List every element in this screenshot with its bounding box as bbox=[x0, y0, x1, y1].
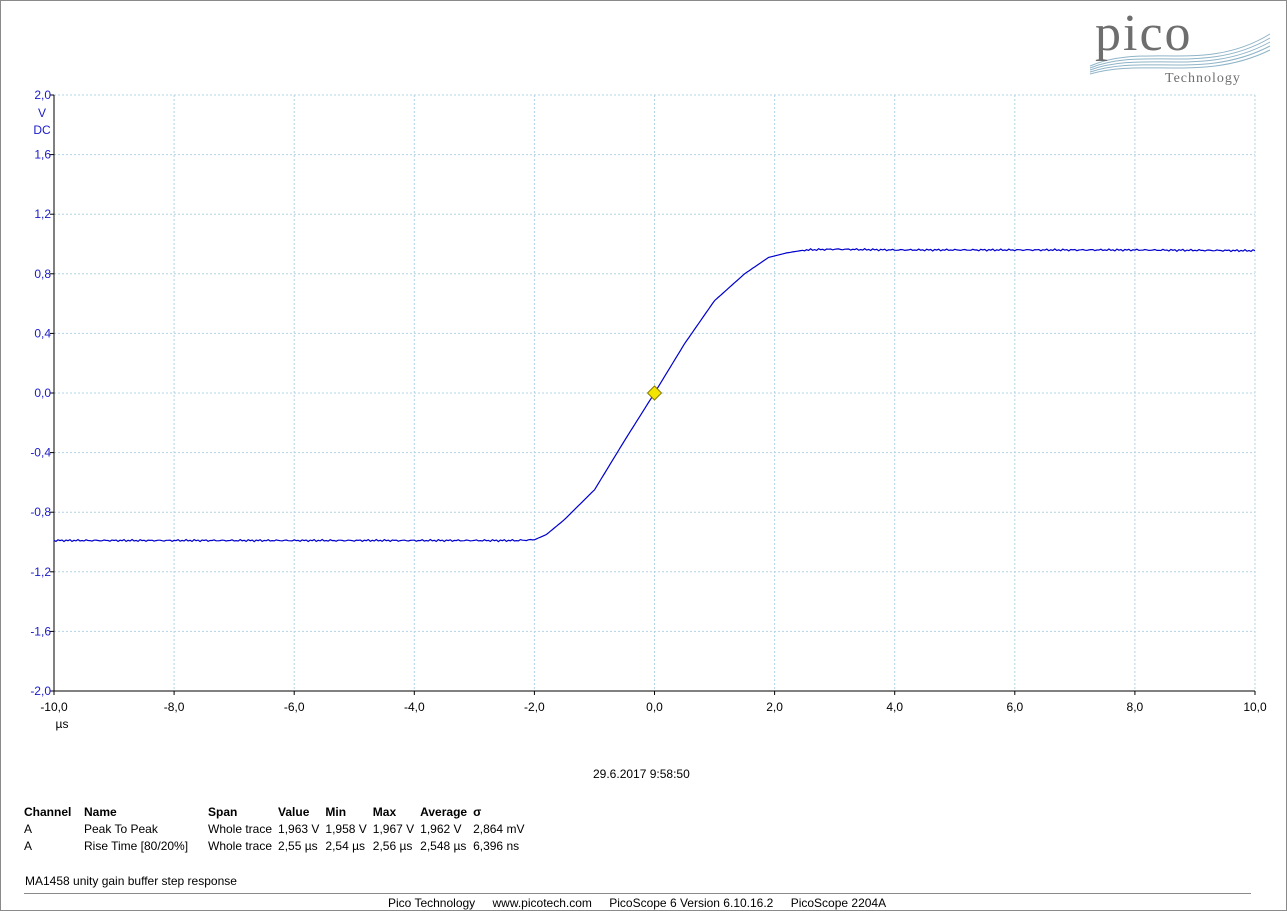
footer-website: www.picotech.com bbox=[492, 896, 592, 910]
header-name: Name bbox=[84, 804, 117, 819]
header-average: Average bbox=[420, 804, 468, 819]
cell-value: 1,963 V bbox=[278, 821, 320, 836]
y-tick-label: 0,4 bbox=[34, 326, 51, 340]
y-tick-label: 1,2 bbox=[34, 207, 51, 221]
x-tick-label: 4,0 bbox=[886, 700, 903, 714]
x-tick-label: -6,0 bbox=[284, 700, 305, 714]
x-tick-label: -2,0 bbox=[524, 700, 545, 714]
measurements-header-row: Channel Name Span Value Min Max Average … bbox=[24, 803, 530, 820]
cell-max: 2,56 µs bbox=[372, 838, 413, 853]
y-axis-unit-label: DC bbox=[33, 123, 51, 137]
cell-average: 2,548 µs bbox=[420, 838, 467, 853]
cell-sigma: 6,396 ns bbox=[473, 838, 520, 853]
x-tick-label: 10,0 bbox=[1243, 700, 1267, 714]
footer-device: PicoScope 2204A bbox=[790, 896, 887, 910]
cell-name: Rise Time [80/20%] bbox=[84, 838, 189, 853]
x-tick-label: 8,0 bbox=[1127, 700, 1144, 714]
cell-average: 1,962 V bbox=[420, 821, 462, 836]
x-axis-unit-label: µs bbox=[56, 717, 69, 731]
y-tick-label: 2,0 bbox=[34, 88, 51, 102]
trigger-marker bbox=[646, 385, 663, 401]
footer-company: Pico Technology bbox=[388, 896, 476, 910]
x-tick-label: 0,0 bbox=[646, 700, 663, 714]
y-tick-label: -0,4 bbox=[30, 446, 51, 460]
cell-sigma: 2,864 mV bbox=[473, 821, 525, 836]
cell-max: 1,967 V bbox=[372, 821, 415, 836]
table-row: A Rise Time [80/20%] Whole trace 2,55 µs… bbox=[24, 837, 530, 854]
y-axis-unit-label: V bbox=[38, 106, 46, 120]
header-span: Span bbox=[208, 804, 238, 819]
footer-software-version: PicoScope 6 Version 6.10.16.2 bbox=[609, 896, 774, 910]
cell-min: 2,54 µs bbox=[325, 838, 366, 853]
x-tick-label: -8,0 bbox=[164, 700, 185, 714]
footer-divider bbox=[24, 893, 1251, 894]
cell-span: Whole trace bbox=[208, 821, 273, 836]
x-tick-label: -4,0 bbox=[404, 700, 425, 714]
header-sigma: σ bbox=[473, 804, 482, 819]
header-channel: Channel bbox=[24, 804, 72, 819]
cell-channel: A bbox=[24, 821, 33, 836]
cell-min: 1,958 V bbox=[325, 821, 367, 836]
x-tick-label: -10,0 bbox=[40, 700, 68, 714]
capture-timestamp: 29.6.2017 9:58:50 bbox=[593, 767, 690, 781]
cell-channel: A bbox=[24, 838, 33, 853]
header-max: Max bbox=[372, 804, 397, 819]
capture-note: MA1458 unity gain buffer step response bbox=[25, 874, 237, 888]
x-tick-label: 2,0 bbox=[766, 700, 783, 714]
y-tick-label: 0,0 bbox=[34, 386, 51, 400]
footer: Pico Technology www.picotech.com PicoSco… bbox=[388, 896, 900, 910]
cell-value: 2,55 µs bbox=[278, 838, 318, 853]
y-tick-label: -1,6 bbox=[30, 624, 51, 638]
cell-span: Whole trace bbox=[208, 838, 273, 853]
table-row: A Peak To Peak Whole trace 1,963 V 1,958… bbox=[24, 820, 530, 837]
y-tick-label: 1,6 bbox=[34, 148, 51, 162]
y-tick-label: -1,2 bbox=[30, 565, 51, 579]
y-tick-label: 0,8 bbox=[34, 267, 51, 281]
header-value: Value bbox=[278, 804, 310, 819]
measurements-table: Channel Name Span Value Min Max Average … bbox=[24, 803, 530, 854]
y-tick-label: -0,8 bbox=[30, 505, 51, 519]
cell-name: Peak To Peak bbox=[84, 821, 158, 836]
header-min: Min bbox=[325, 804, 347, 819]
y-tick-label: -2,0 bbox=[30, 684, 51, 698]
x-tick-label: 6,0 bbox=[1006, 700, 1023, 714]
